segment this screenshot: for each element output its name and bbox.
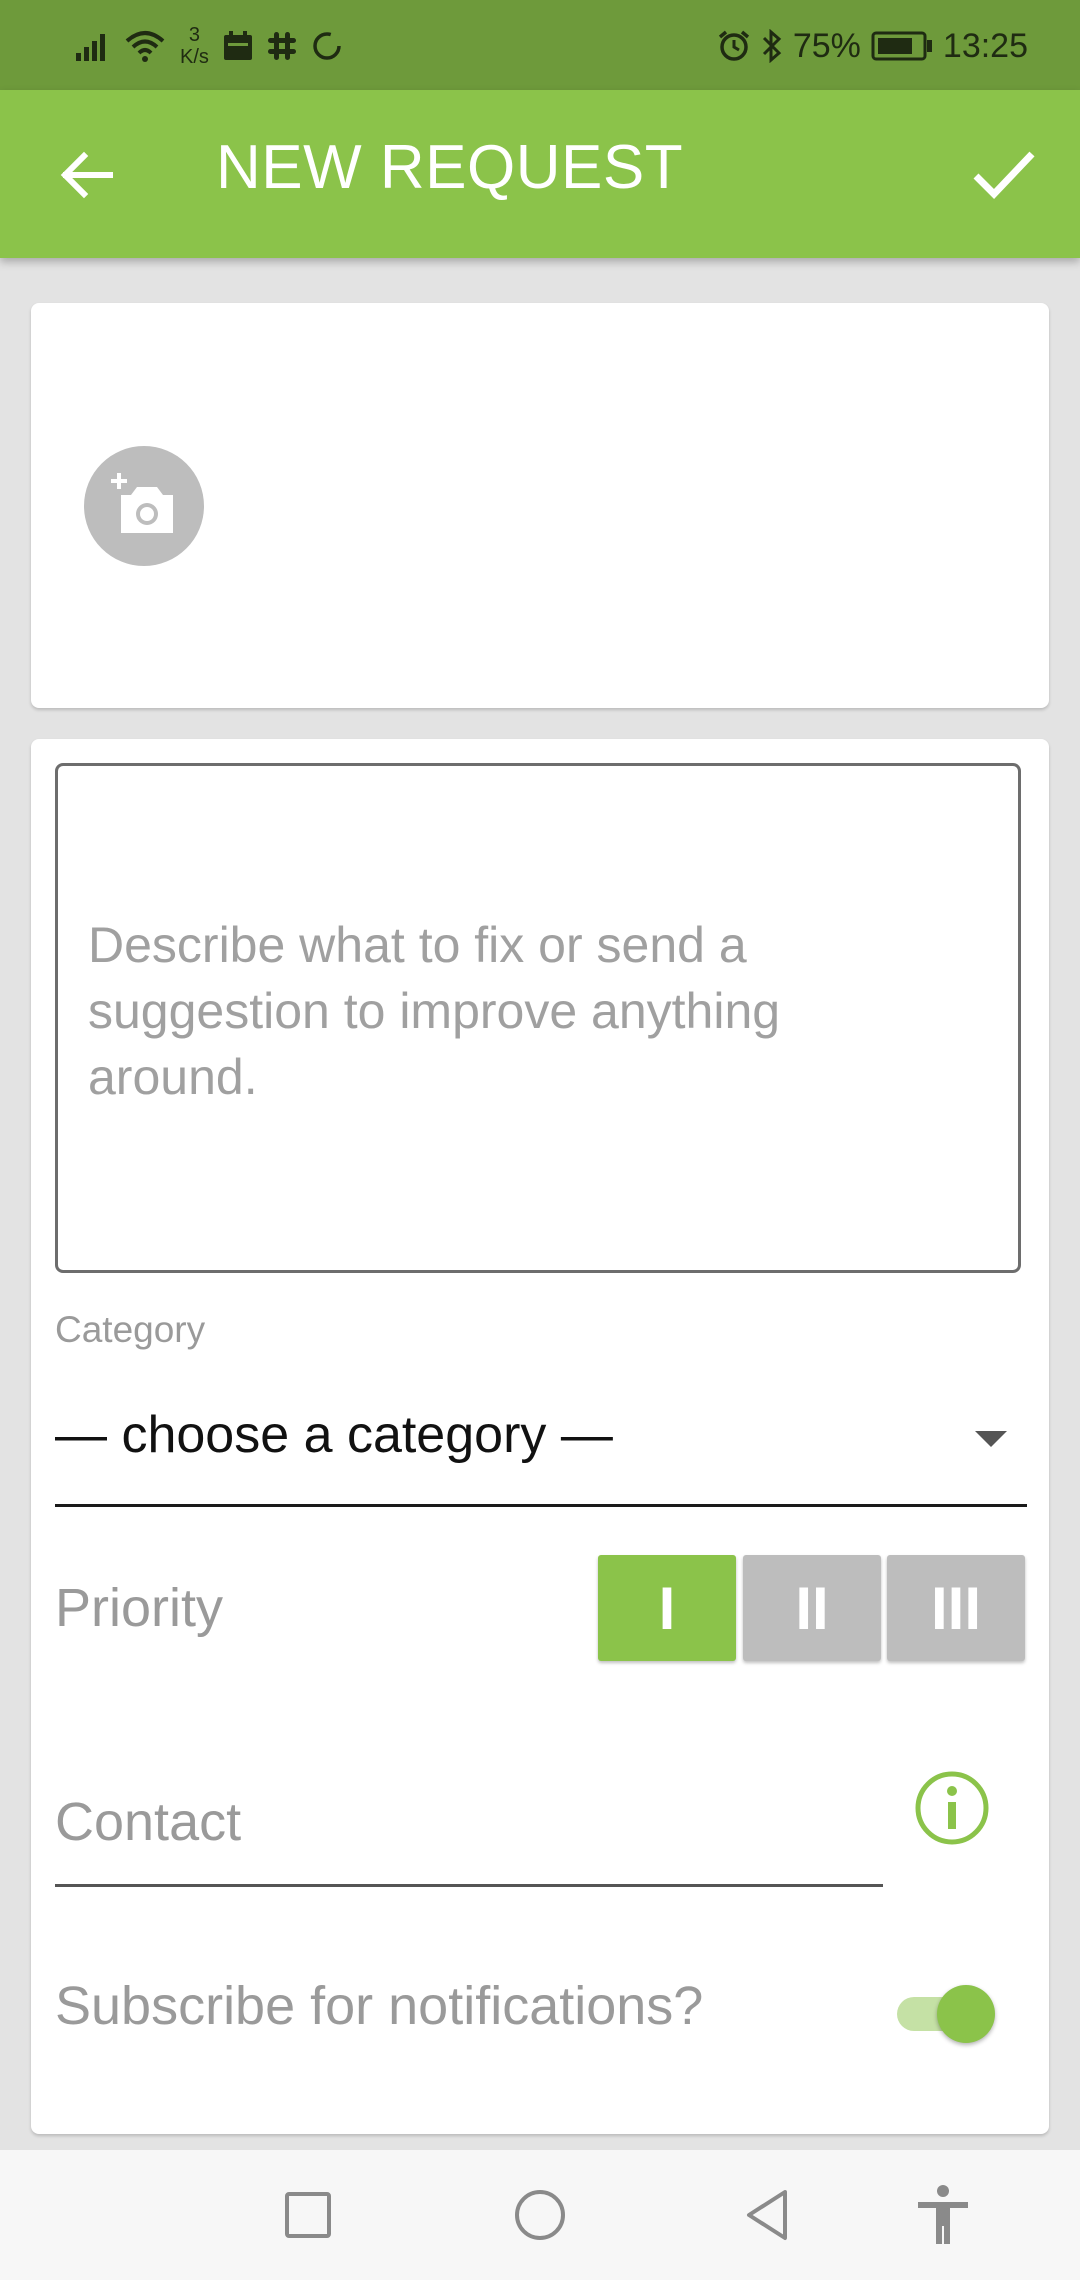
calendar-icon	[223, 31, 252, 60]
battery-percent: 75%	[792, 26, 861, 65]
subscribe-toggle[interactable]	[889, 1977, 1001, 2047]
photo-card	[31, 303, 1049, 708]
arrow-left-icon[interactable]	[52, 140, 122, 210]
subscribe-label: Subscribe for notifications?	[55, 1976, 704, 2036]
battery-icon	[871, 31, 932, 61]
category-value: — choose a category —	[55, 1406, 613, 1464]
signal-icon	[76, 34, 105, 61]
request-form-card: Category — choose a category — Priority …	[31, 739, 1049, 2134]
alarm-icon	[718, 30, 749, 61]
back-icon[interactable]	[735, 2182, 801, 2248]
category-select[interactable]: — choose a category —	[55, 1389, 1027, 1507]
status-icons-left: 3 K/s	[76, 18, 343, 74]
priority-button-2[interactable]: II	[743, 1555, 881, 1661]
wifi-icon	[125, 31, 165, 62]
app-bar: NEW REQUEST	[0, 90, 1080, 258]
contact-input[interactable]	[55, 1759, 883, 1887]
priority-button-3[interactable]: III	[887, 1555, 1025, 1661]
category-label: Category	[55, 1309, 206, 1350]
page-title: NEW REQUEST	[216, 133, 684, 202]
info-icon[interactable]	[913, 1769, 991, 1847]
checkmark-icon[interactable]	[966, 136, 1042, 212]
sync-icon	[313, 32, 341, 60]
status-bar: 3 K/s 75% 13:25	[0, 0, 1080, 90]
toggle-thumb	[937, 1985, 995, 2043]
accessibility-icon[interactable]	[910, 2182, 976, 2248]
add-photo-icon	[111, 473, 173, 533]
network-speed-unit: K/s	[180, 46, 209, 68]
network-speed: 3 K/s	[180, 24, 209, 68]
priority-label: Priority	[55, 1578, 224, 1638]
network-speed-value: 3	[188, 24, 201, 46]
priority-button-1[interactable]: I	[598, 1555, 736, 1661]
clock: 13:25	[942, 26, 1028, 65]
status-icons-right: 75% 13:25	[717, 18, 1028, 74]
slack-icon	[267, 32, 296, 60]
description-box	[55, 763, 1021, 1273]
system-nav-bar	[0, 2150, 1080, 2280]
recent-apps-icon[interactable]	[275, 2182, 341, 2248]
dropdown-arrow-icon	[975, 1431, 1007, 1447]
bluetooth-icon	[762, 29, 782, 63]
add-photo-button[interactable]	[84, 446, 204, 566]
home-icon[interactable]	[507, 2182, 573, 2248]
description-input[interactable]	[88, 912, 888, 1132]
